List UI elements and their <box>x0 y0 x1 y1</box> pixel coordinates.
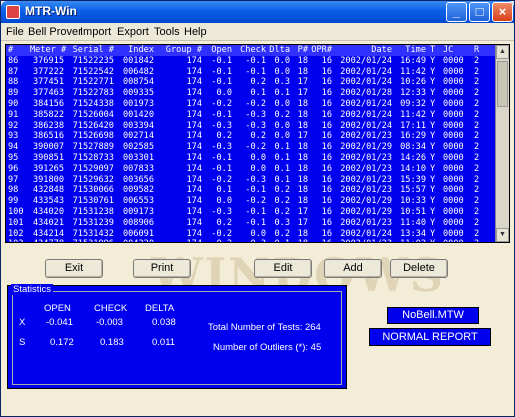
main-window: MTR-Win _ □ × File Bell Prover Import Ex… <box>0 0 515 417</box>
table-cell: 71531996 <box>68 238 114 242</box>
scroll-up-icon[interactable]: ▲ <box>496 45 509 59</box>
stat-x-open: -0.041 <box>46 317 73 328</box>
scroll-thumb[interactable] <box>497 61 508 107</box>
stat-s-delta: 0.011 <box>152 337 176 348</box>
table-cell: 2002/01/23 <box>334 238 392 242</box>
table-cell: -0.3 <box>236 238 266 242</box>
exit-button[interactable]: Exit <box>45 259 103 278</box>
menu-export[interactable]: Export <box>117 26 149 38</box>
table-cell: 0000 <box>443 238 469 242</box>
app-icon <box>6 5 20 19</box>
statistics-panel: Statistics OPEN CHECK DELTA X -0.041 -0.… <box>7 284 347 389</box>
add-button[interactable]: Add <box>324 259 382 278</box>
stat-row-x: X <box>19 317 26 328</box>
table-cell: 11:02 <box>396 238 426 242</box>
grid-rows: # Meter # Serial # Index Group # Open Check Dlt… <box>6 45 496 242</box>
stat-col-open: OPEN <box>44 303 71 314</box>
table-cell: 0.1 <box>268 238 290 242</box>
window-title: MTR-Win <box>25 4 77 18</box>
statistics-title: Statistics <box>11 284 54 295</box>
menu-tools[interactable]: Tools <box>154 26 180 38</box>
delete-button[interactable]: Delete <box>390 259 448 278</box>
table-cell: 434778 <box>30 238 64 242</box>
stat-col-delta: DELTA <box>145 303 175 314</box>
table-cell: 004320 <box>116 238 154 242</box>
outliers-label: Number of Outliers (*): 45 <box>213 342 322 353</box>
table-cell: 2 <box>474 238 486 242</box>
minimize-button[interactable]: _ <box>446 2 467 22</box>
menu-bar: File Bell Prover Import Export Tools Hel… <box>1 23 514 41</box>
table-cell: 174 <box>162 238 202 242</box>
table-cell: Y <box>430 238 440 242</box>
menu-bell-prover[interactable]: Bell Prover <box>28 26 82 38</box>
print-button[interactable]: Print <box>133 259 191 278</box>
table-cell: 16 <box>310 238 332 242</box>
menu-help[interactable]: Help <box>184 26 207 38</box>
file-name-box: NoBell.MTW <box>387 307 479 324</box>
menu-file[interactable]: File <box>6 26 24 38</box>
stat-x-check: -0.003 <box>96 317 123 328</box>
stat-s-check: 0.183 <box>100 337 124 348</box>
vertical-scrollbar[interactable]: ▲ ▼ <box>495 45 509 242</box>
table-cell: 103 <box>8 238 26 242</box>
stat-x-delta: 0.038 <box>152 317 176 328</box>
table-cell: 18 <box>292 238 308 242</box>
menu-import[interactable]: Import <box>80 26 111 38</box>
stat-col-check: CHECK <box>94 303 128 314</box>
edit-button[interactable]: Edit <box>254 259 312 278</box>
maximize-button[interactable]: □ <box>469 2 490 22</box>
total-tests-label: Total Number of Tests: 264 <box>208 322 321 333</box>
table-row[interactable]: 10343477871531996004320174-0.2-0.30.1181… <box>6 239 496 242</box>
report-type-box: NORMAL REPORT <box>369 328 491 346</box>
title-bar[interactable]: MTR-Win _ □ × <box>1 1 514 23</box>
scroll-down-icon[interactable]: ▼ <box>496 228 509 242</box>
stat-s-open: 0.172 <box>50 337 74 348</box>
close-button[interactable]: × <box>492 2 513 22</box>
meter-data-grid[interactable]: # Meter # Serial # Index Group # Open Check Dlt… <box>5 44 510 243</box>
stat-row-s: S <box>19 337 26 348</box>
table-cell: -0.2 <box>206 238 232 242</box>
